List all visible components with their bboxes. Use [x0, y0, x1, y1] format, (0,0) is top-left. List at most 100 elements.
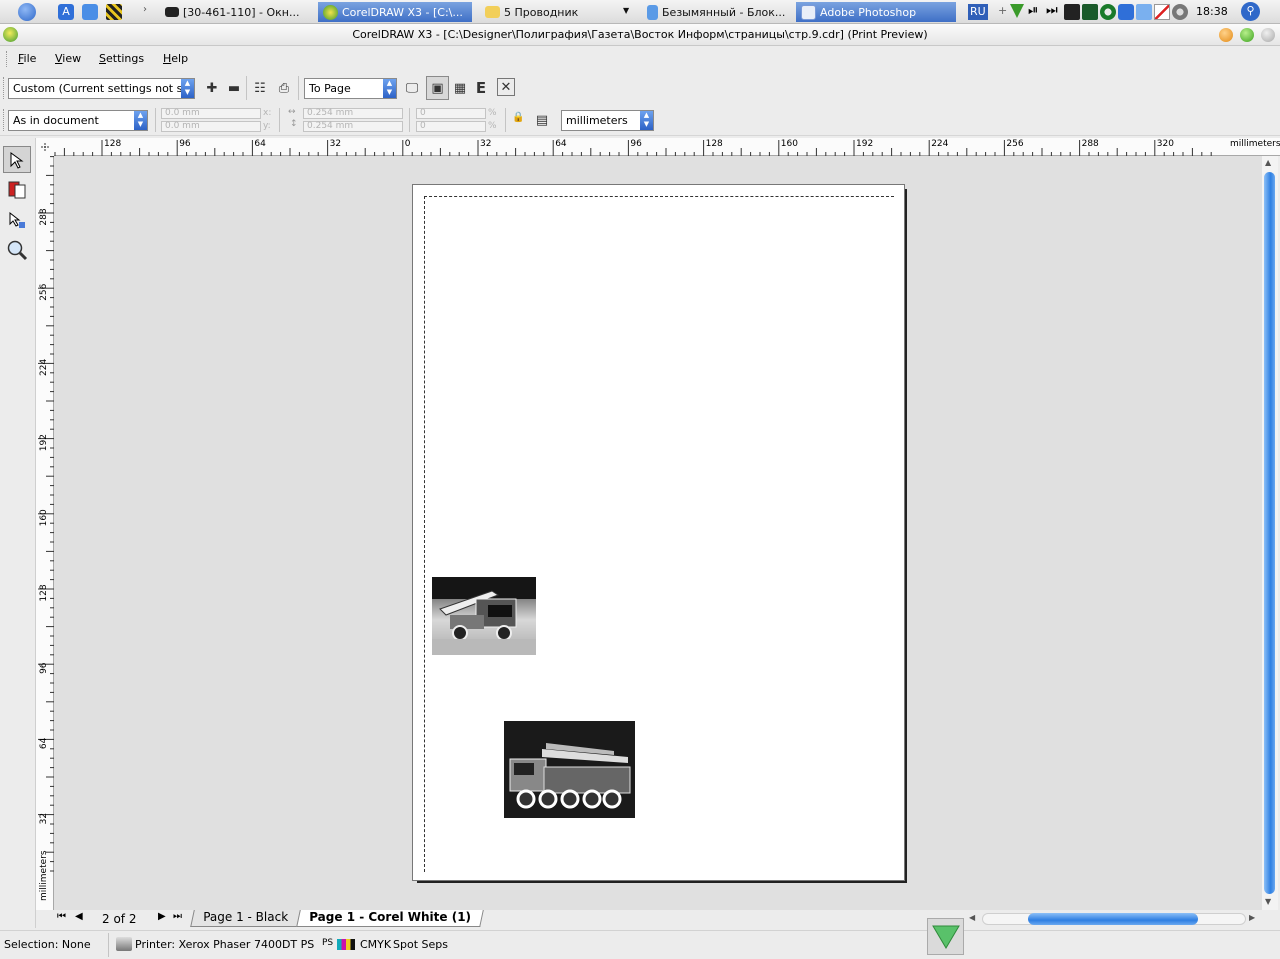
tray-winamp-icon[interactable]	[1010, 4, 1024, 18]
first-page-icon[interactable]: ⏮	[57, 911, 66, 922]
task-label: [30-461-110] - Окн...	[183, 5, 300, 19]
launcher-grid-icon[interactable]	[106, 4, 122, 20]
height-field[interactable]: 0.254 mm	[303, 121, 403, 132]
x-position-field[interactable]: 0.0 mm	[161, 108, 261, 119]
spotlight-search-icon[interactable]: ⚲	[1241, 2, 1260, 21]
coreldraw-icon	[323, 4, 338, 20]
y-position-field[interactable]: 0.0 mm	[161, 121, 261, 132]
minimize-icon[interactable]	[1219, 28, 1233, 42]
last-page-icon[interactable]: ⏭	[173, 911, 182, 922]
task-chat[interactable]: [30-461-110] - Окн...	[160, 2, 310, 22]
width-field[interactable]: 0.254 mm	[303, 108, 403, 119]
mirror-icon[interactable]: E	[471, 78, 491, 98]
tab-page-black-label: Page 1 - Black	[203, 910, 289, 924]
scale-height-field[interactable]: 0	[416, 121, 486, 132]
menu-view[interactable]: View	[55, 52, 81, 65]
menu-file[interactable]: File	[18, 52, 36, 65]
vertical-scrollbar[interactable]: ▲ ▼	[1262, 156, 1278, 910]
tray-add-icon: +	[998, 4, 1008, 17]
menu-settings[interactable]: Settings	[99, 52, 144, 65]
close-icon[interactable]	[1261, 28, 1275, 42]
next-page-icon[interactable]: ▶	[158, 911, 166, 922]
ruler-label: 128	[706, 139, 723, 149]
ruler-label: 256	[1006, 139, 1023, 149]
taskbar-scroll-icon[interactable]: ›	[143, 4, 147, 15]
launcher-app-icon[interactable]: A	[58, 4, 74, 20]
scroll-down-icon[interactable]: ▼	[1265, 897, 1271, 906]
scroll-right-icon[interactable]: ▶	[1249, 913, 1255, 922]
menu-help[interactable]: Help	[163, 52, 188, 65]
tray-app-icon[interactable]	[1118, 4, 1134, 20]
tray-next-icon[interactable]: ⏭	[1046, 3, 1058, 19]
page-count: 2 of 2	[102, 912, 137, 926]
ruler-origin-corner[interactable]	[36, 138, 54, 156]
pick-tool-icon[interactable]	[3, 146, 31, 173]
scale-height-unit: %	[488, 121, 497, 131]
tray-display-icon[interactable]	[1136, 4, 1152, 20]
full-screen-preview-icon[interactable]: 🖵	[402, 78, 422, 98]
horizontal-scrollbar[interactable]: ◀ ▶	[966, 910, 1262, 928]
navigator-icon[interactable]	[927, 918, 964, 955]
lock-ratio-icon[interactable]: 🔒	[512, 112, 524, 123]
horizontal-ruler[interactable]: 128 96 64 32 0 32 64 96 128 160 192 224 256 288 320 mil…	[54, 138, 1280, 156]
tab-page-black[interactable]: Page 1 - Black	[190, 910, 301, 927]
ruler-label: 256	[39, 283, 49, 300]
launcher-browser-icon[interactable]	[82, 4, 98, 20]
fit-zoom-combo[interactable]: To Page ▲ ▼	[304, 78, 397, 99]
horizontal-scroll-thumb[interactable]	[1028, 913, 1198, 925]
truck-photo-2[interactable]	[504, 721, 635, 818]
printer-status: Printer: Xerox Phaser 7400DT PS	[135, 938, 315, 951]
task-photoshop[interactable]: Adobe Photoshop	[796, 2, 956, 22]
scroll-up-icon[interactable]: ▲	[1265, 158, 1271, 167]
menu-view-rest: iew	[62, 52, 82, 65]
combo-arrow-icon: ▲ ▼	[383, 79, 396, 98]
ruler-label: 32	[39, 813, 49, 824]
print-style-combo[interactable]: Custom (Current settings not s... ▲ ▼	[8, 78, 195, 99]
task-explorer[interactable]: 5 Проводник ▼	[480, 2, 632, 22]
truck-photo-1[interactable]	[432, 577, 536, 655]
zoom-tool-icon[interactable]	[3, 236, 31, 263]
tile-icon[interactable]: ▤	[532, 110, 552, 130]
apple-menu-icon[interactable]	[18, 3, 36, 21]
imposition-tool-icon[interactable]	[3, 176, 31, 203]
vertical-ruler[interactable]: 288 256 224 192 160 128 96 64 32 millimeters	[36, 156, 54, 910]
invert-icon[interactable]: ▦	[450, 78, 470, 98]
remove-print-style-icon[interactable]: ▬	[224, 78, 244, 98]
vertical-scroll-thumb[interactable]	[1264, 172, 1275, 894]
print-icon[interactable]: ⎙	[274, 78, 294, 98]
image-position-combo[interactable]: As in document ▲ ▼	[8, 110, 148, 131]
cmyk-swatch-icon	[337, 939, 355, 950]
scale-width-field[interactable]: 0	[416, 108, 486, 119]
print-options-icon[interactable]: ☷	[250, 78, 270, 98]
maximize-icon[interactable]	[1240, 28, 1254, 42]
task-coreldraw[interactable]: CorelDRAW X3 - [C:\...	[318, 2, 472, 22]
menu-help-rest: elp	[171, 52, 189, 65]
tray-monitor-icon[interactable]	[1082, 4, 1098, 20]
task-dropdown-icon[interactable]: ▼	[623, 6, 629, 15]
prev-page-icon[interactable]: ◀	[75, 911, 83, 922]
close-preview-icon[interactable]: ✕	[497, 78, 515, 96]
tray-play-pause-icon[interactable]: ⏯	[1028, 3, 1038, 19]
scroll-left-icon[interactable]: ◀	[969, 913, 975, 922]
tray-antivirus-icon[interactable]	[1154, 4, 1170, 20]
app-icon[interactable]	[3, 27, 18, 42]
task-notepad[interactable]: Безымянный - Блок...	[642, 2, 792, 22]
units-combo[interactable]: millimeters ▲ ▼	[561, 110, 654, 131]
ruler-label: 224	[931, 139, 948, 149]
preview-page[interactable]	[412, 184, 905, 881]
tab-page-corel-white[interactable]: Page 1 - Corel White (1)	[296, 910, 484, 927]
tray-media-icon[interactable]	[1064, 4, 1080, 20]
ruler-label: 192	[39, 434, 49, 451]
enable-separations-icon[interactable]: ▣	[426, 76, 449, 100]
marks-placement-tool-icon[interactable]	[3, 206, 31, 233]
language-indicator[interactable]: RU	[968, 4, 988, 20]
window-title: CorelDRAW X3 - [C:\Designer\Полиграфия\Г…	[352, 28, 928, 41]
add-print-style-icon[interactable]: ✚	[202, 78, 222, 98]
preview-canvas[interactable]	[54, 156, 1262, 910]
selection-status: Selection: None	[4, 938, 91, 951]
tray-volume-icon[interactable]	[1172, 4, 1188, 20]
toolbar-separator	[505, 108, 506, 132]
ruler-label: 128	[104, 139, 121, 149]
tray-network-icon[interactable]	[1100, 4, 1116, 20]
menu-settings-rest: ettings	[105, 52, 145, 65]
